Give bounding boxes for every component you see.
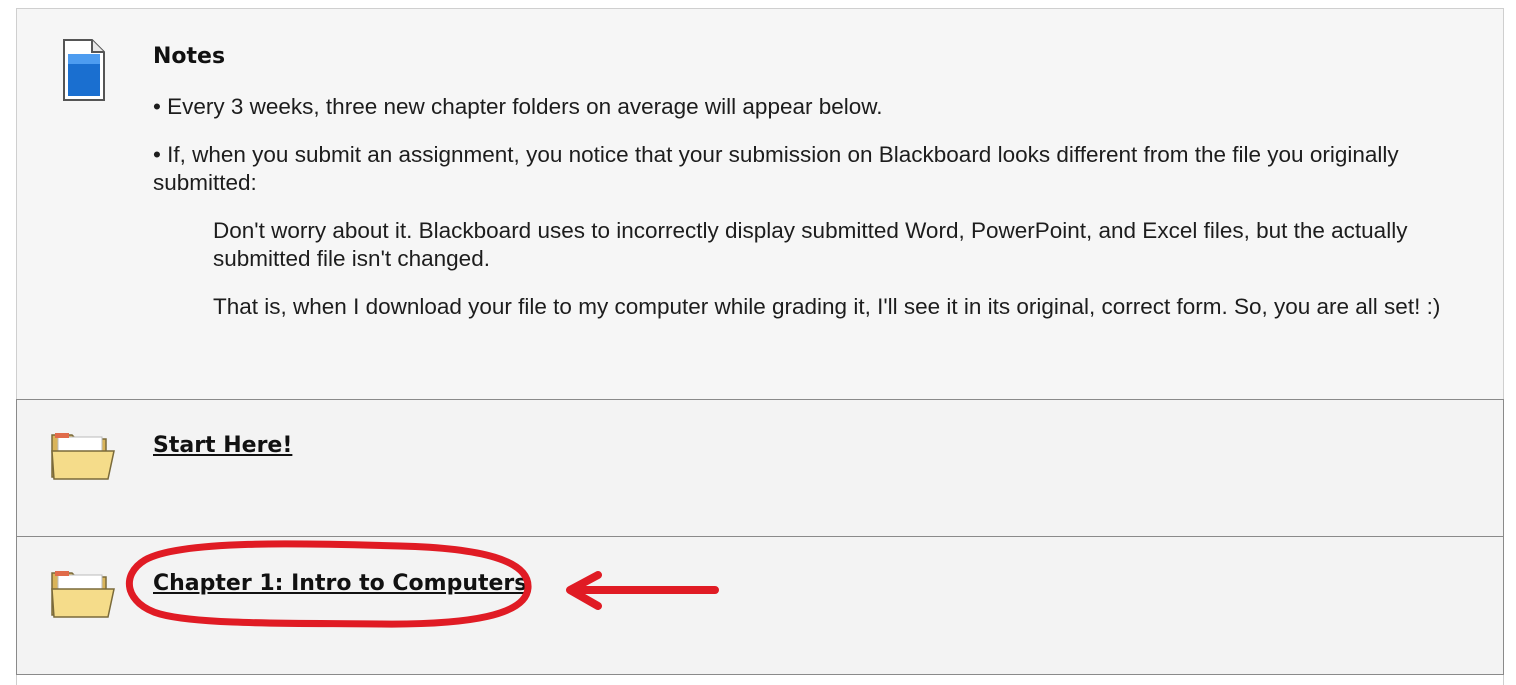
folder-icon xyxy=(51,433,115,480)
notes-paragraph-1: • Every 3 weeks, three new chapter folde… xyxy=(153,94,883,119)
folder-link-start-here[interactable]: Start Here! xyxy=(153,433,292,458)
notes-item: Notes • Every 3 weeks, three new chapter… xyxy=(16,8,1504,400)
folder-item-chapter-1: Chapter 1: Intro to Computers xyxy=(16,536,1504,675)
folder-link-chapter-1[interactable]: Chapter 1: Intro to Computers xyxy=(153,571,527,596)
notes-title: Notes xyxy=(153,44,226,69)
folder-item-start-here: Start Here! xyxy=(16,399,1504,537)
document-icon xyxy=(63,39,105,101)
next-item-edge xyxy=(16,675,1504,685)
folder-icon xyxy=(51,571,115,618)
notes-paragraph-2: • If, when you submit an assignment, you… xyxy=(153,142,1399,195)
content-area: Notes • Every 3 weeks, three new chapter… xyxy=(0,0,1516,685)
notes-indented-paragraph-1: Don't worry about it. Blackboard uses to… xyxy=(213,218,1408,271)
notes-indented-paragraph-2: That is, when I download your file to my… xyxy=(213,294,1441,319)
